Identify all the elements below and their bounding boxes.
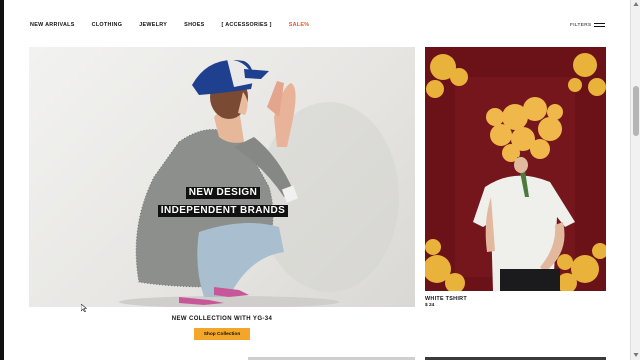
hamburger-icon[interactable] [594,23,605,27]
collection-title: NEW COLLECTION WITH YG-34 [171,316,273,322]
product-image[interactable] [425,47,606,291]
main-nav: NEW ARRIVALS CLOTHING JEWELRY SHOES [ AC… [30,22,309,28]
scrollbar-thumb[interactable] [633,86,639,136]
hero-model-image [119,59,399,307]
hero-headline: NEW DESIGN INDEPENDENT BRANDS [155,182,291,218]
nav-accessories[interactable]: [ ACCESSORIES ] [222,22,272,28]
nav-clothing[interactable]: CLOTHING [92,22,123,28]
vertical-scrollbar[interactable] [630,0,640,360]
nav-new-arrivals[interactable]: NEW ARRIVALS [30,22,75,28]
hero-headline-line1: NEW DESIGN [185,187,261,199]
scroll-down-arrow-icon[interactable] [633,352,639,358]
filters-button[interactable]: FILTERS [570,23,591,28]
scroll-up-arrow-icon[interactable] [633,1,639,7]
nav-jewelry[interactable]: JEWELRY [139,22,167,28]
nav-shoes[interactable]: SHOES [184,22,204,28]
product-price: $ 24 [425,303,435,308]
hero-headline-line2: INDEPENDENT BRANDS [157,205,289,217]
product-photo [425,47,606,291]
nav-sale[interactable]: SALE% [289,22,310,28]
hero-banner[interactable]: NEW DESIGN INDEPENDENT BRANDS [29,47,415,307]
page-viewport: NEW ARRIVALS CLOTHING JEWELRY SHOES [ AC… [4,0,630,360]
product-name[interactable]: WHITE TSHIRT [425,296,467,302]
mouse-cursor-icon [81,304,87,312]
shop-collection-button[interactable]: Shop Collection [194,328,250,340]
